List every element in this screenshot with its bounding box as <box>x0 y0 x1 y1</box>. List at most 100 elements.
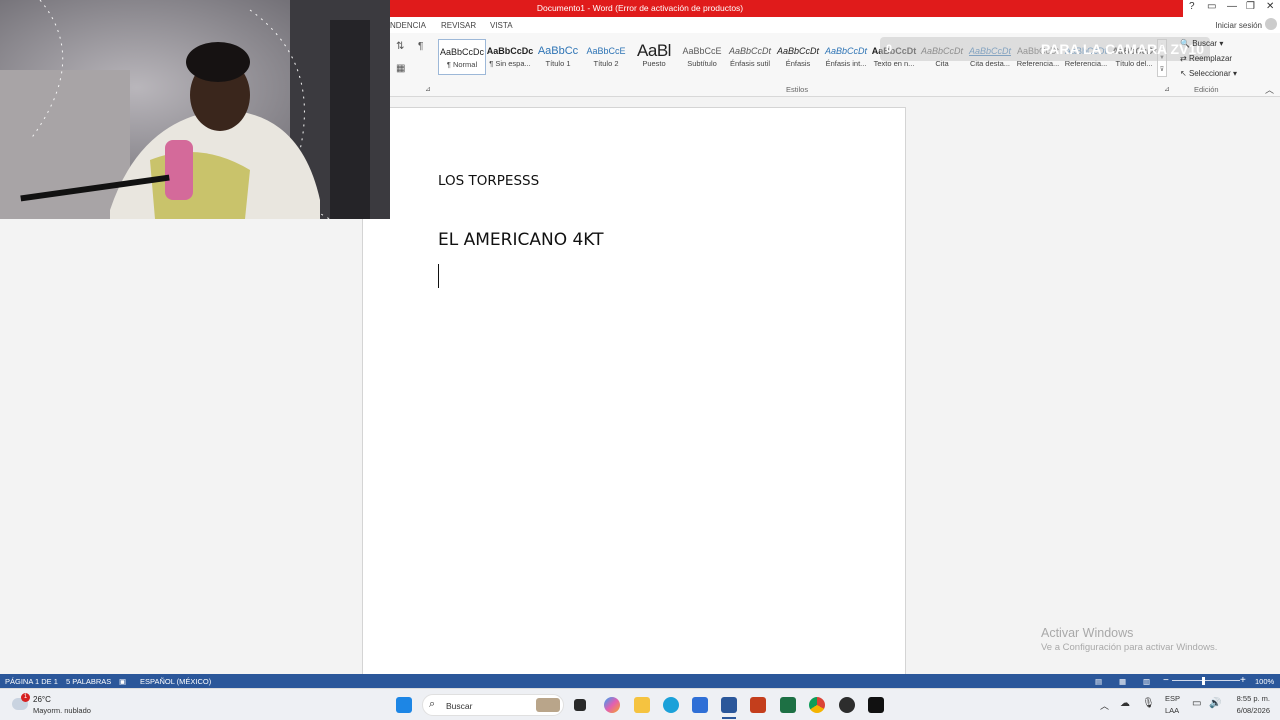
style-1[interactable]: AaBbCcDc ¶ Normal <box>438 39 486 75</box>
print-layout-icon[interactable]: ▦ <box>1119 677 1126 686</box>
edge-icon[interactable] <box>663 697 679 713</box>
tab-correspondencia[interactable]: NDENCIA <box>390 21 426 30</box>
sign-in-link[interactable]: Iniciar sesión <box>1215 21 1262 30</box>
restore-button[interactable]: ❐ <box>1246 1 1255 12</box>
close-button[interactable]: ✕ <box>1266 1 1274 12</box>
tab-vista[interactable]: VISTA <box>490 21 513 30</box>
help-button[interactable]: ? <box>1189 1 1195 12</box>
style-3[interactable]: AaBbCc Título 1 <box>534 39 582 75</box>
user-avatar-icon[interactable] <box>1265 18 1277 30</box>
zoom-slider-thumb[interactable] <box>1202 677 1205 685</box>
style-name: Título 1 <box>545 59 571 68</box>
activate-windows-subtitle: Ve a Configuración para activar Windows. <box>1041 642 1218 653</box>
style-name: Título 2 <box>593 59 619 68</box>
style-5[interactable]: AaBl Puesto <box>630 39 678 75</box>
paragraph-dialog-launcher-icon[interactable]: ⊿ <box>425 85 431 93</box>
read-mode-icon[interactable]: ▤ <box>1095 677 1102 686</box>
language-indicator[interactable]: ESPAÑOL (MÉXICO) <box>140 677 211 686</box>
style-8[interactable]: AaBbCcDt Énfasis <box>774 39 822 75</box>
taskbar-search[interactable]: ⌕ Buscar <box>422 694 564 716</box>
style-preview: AaBbCcDt <box>728 46 772 56</box>
capcut-icon[interactable] <box>868 697 884 713</box>
search-icon: ⌕ <box>429 698 436 710</box>
excel-icon[interactable] <box>780 697 796 713</box>
style-2[interactable]: AaBbCcDc ¶ Sin espa... <box>486 39 534 75</box>
obs-icon[interactable] <box>839 697 855 713</box>
copilot-icon[interactable] <box>604 697 620 713</box>
weather-alert-badge: 1 <box>21 693 30 702</box>
status-bar: PÁGINA 1 DE 1 5 PALABRAS ▣ ESPAÑOL (MÉXI… <box>0 674 1280 688</box>
select-label: Seleccionar <box>1188 69 1231 78</box>
webcam-overlay <box>0 0 390 219</box>
weather-temperature[interactable]: 26°C <box>33 695 51 704</box>
style-preview: AaBbCcDc <box>486 46 534 56</box>
style-preview: AaBbCcDt <box>824 46 868 56</box>
powerpoint-icon[interactable] <box>750 697 766 713</box>
style-preview: AaBbCc <box>537 45 579 57</box>
style-7[interactable]: AaBbCcDt Énfasis sutil <box>726 39 774 75</box>
style-9[interactable]: AaBbCcDt Énfasis int... <box>822 39 870 75</box>
styles-dialog-launcher-icon[interactable]: ⊿ <box>1164 85 1170 93</box>
weather-description[interactable]: Mayorm. nublado <box>33 706 91 715</box>
ribbon-display-options-button[interactable]: ▭ <box>1207 1 1216 12</box>
word-count[interactable]: 5 PALABRAS <box>66 677 111 686</box>
input-language-top[interactable]: ESP <box>1165 694 1180 703</box>
microphone-icon[interactable]: 🎙 <box>1142 698 1155 709</box>
borders-icon[interactable]: ▦ <box>396 63 405 74</box>
task-view-icon[interactable] <box>574 699 586 711</box>
onedrive-icon[interactable]: ☁ <box>1120 698 1130 709</box>
editing-group-label: Edición <box>1194 85 1219 94</box>
overlay-counter: 0 <box>886 43 893 55</box>
style-name: Énfasis int... <box>825 59 867 68</box>
style-4[interactable]: AaBbCcE Título 2 <box>582 39 630 75</box>
find-button[interactable]: 🔍 Buscar ▾ <box>1180 39 1223 48</box>
window-title: Documento1 - Word (Error de activación d… <box>536 3 744 13</box>
pilcrow-icon[interactable]: ¶ <box>418 41 423 52</box>
ribbon: ⇅ ¶ ▦ AaBbCcDc ¶ Normal AaBbCcDc ¶ Sin espa… <box>390 33 1280 97</box>
minimize-button[interactable]: — <box>1227 1 1237 12</box>
style-name: Subtítulo <box>687 59 717 68</box>
show-hidden-icons-chevron-icon[interactable]: ︿ <box>1100 699 1109 712</box>
ribbon-tabs: NDENCIA REVISAR VISTA Iniciar sesión <box>390 17 1280 33</box>
document-line-2[interactable]: EL AMERICANO 4KT <box>438 230 604 250</box>
webcam-image <box>0 0 390 219</box>
style-name: Énfasis <box>785 59 811 68</box>
tab-revisar[interactable]: REVISAR <box>441 21 476 30</box>
style-preview: AaBbCcE <box>586 46 626 56</box>
search-placeholder: Buscar <box>446 701 473 711</box>
search-highlight-icon <box>536 698 560 712</box>
store-icon[interactable] <box>692 697 708 713</box>
camera-overlay-banner: 0 PARA LA CAMARA ZV10 <box>880 37 1210 61</box>
proofing-icon[interactable]: ▣ <box>119 677 126 686</box>
clock-date[interactable]: 6/08/2026 <box>1226 706 1270 715</box>
taskbar: 1 26°C Mayorm. nublado ⌕ Buscar ︿ ☁ 🎙 ES… <box>0 688 1280 720</box>
zoom-in-button[interactable]: + <box>1240 675 1246 686</box>
web-layout-icon[interactable]: ▥ <box>1143 677 1150 686</box>
style-name: Énfasis sutil <box>729 59 771 68</box>
word-icon[interactable] <box>721 697 737 713</box>
document-page[interactable]: LOS TORPESSS EL AMERICANO 4KT <box>362 107 906 677</box>
zoom-level[interactable]: 100% <box>1255 677 1274 686</box>
text-cursor <box>438 264 439 288</box>
style-name: Puesto <box>642 59 666 68</box>
style-preview: AaBbCcDc <box>439 47 484 57</box>
sort-icon[interactable]: ⇅ <box>396 41 404 52</box>
zoom-slider[interactable] <box>1172 680 1240 681</box>
chrome-icon[interactable] <box>809 697 825 713</box>
page-count[interactable]: PÁGINA 1 DE 1 <box>5 677 58 686</box>
clock-time[interactable]: 8:55 p. m. <box>1226 694 1270 703</box>
volume-icon[interactable]: 🔊 <box>1209 698 1221 709</box>
file-explorer-icon[interactable] <box>634 697 650 713</box>
style-preview: AaBbCcDt <box>776 46 820 56</box>
windows-start-icon[interactable] <box>396 697 412 713</box>
collapse-ribbon-icon[interactable]: ︿ <box>1265 83 1274 96</box>
zoom-out-button[interactable]: − <box>1163 675 1169 686</box>
find-label: Buscar <box>1192 39 1218 48</box>
document-line-1[interactable]: LOS TORPESSS <box>438 173 539 189</box>
select-button[interactable]: ↖ Seleccionar ▾ <box>1180 69 1237 78</box>
activate-windows-title: Activar Windows <box>1041 626 1134 640</box>
style-6[interactable]: AaBbCcE Subtítulo <box>678 39 726 75</box>
replace-button[interactable]: ⇄ Reemplazar <box>1180 54 1232 63</box>
input-language-bottom[interactable]: LAA <box>1165 706 1179 715</box>
network-icon[interactable]: ▭ <box>1192 698 1201 709</box>
